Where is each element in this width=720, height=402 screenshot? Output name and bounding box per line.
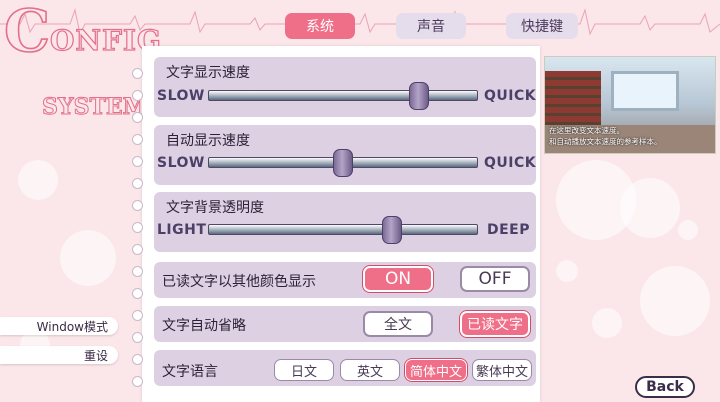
text-bg-opacity-label: 文字背景透明度 [166,200,264,216]
opacity-max-label: DEEP [487,222,531,238]
language-english-button[interactable]: 英文 [340,359,400,381]
language-simplified-chinese-button[interactable]: 简体中文 [405,359,467,381]
text-speed-label: 文字显示速度 [166,65,250,81]
preview-line-2: 和自动播放文本速度的参考样本。 [549,137,662,146]
text-speed-slider-handle[interactable] [408,82,429,110]
back-button[interactable]: Back [635,376,695,398]
language-japanese-button[interactable]: 日文 [274,359,334,381]
text-bg-opacity-slider-handle[interactable] [381,216,402,244]
text-speed-max-label: QUICK [484,88,537,104]
opacity-min-label: LIGHT [157,222,207,238]
tab-shortcut-keys[interactable]: 快捷键 [506,13,578,39]
text-speed-slider[interactable] [208,90,478,101]
auto-speed-max-label: QUICK [484,155,537,171]
skip-read-text-button[interactable]: 已读文字 [460,311,530,337]
auto-speed-slider-handle[interactable] [333,149,353,177]
auto-skip-label: 文字自动省略 [162,318,246,334]
read-color-off-button[interactable]: OFF [460,266,530,292]
auto-speed-label: 自动显示速度 [166,133,250,149]
reset-button[interactable]: 重设 [0,346,118,364]
tab-sound[interactable]: 声音 [396,13,466,39]
logo-letter-c: C [3,0,51,65]
skip-all-text-button[interactable]: 全文 [363,311,433,337]
preview-window [611,71,679,111]
preview-bookshelf [545,71,601,131]
read-text-color-label: 已读文字以其他颜色显示 [162,274,316,290]
tab-system[interactable]: 系统 [285,13,355,39]
language-traditional-chinese-button[interactable]: 繁体中文 [472,359,532,381]
preview-line-1: 在这里改变文本速度。 [549,126,624,135]
text-speed-min-label: SLOW [157,88,205,104]
config-system-logo: C ONFIG SYSTEM [3,0,161,132]
text-language-label: 文字语言 [162,364,218,380]
text-bg-opacity-slider[interactable] [208,224,478,235]
read-color-on-button[interactable]: ON [363,266,433,292]
text-speed-preview: 在这里改变文本速度。 和自动播放文本速度的参考样本。 [544,56,716,154]
preview-sample-text: 在这里改变文本速度。 和自动播放文本速度的参考样本。 [549,125,711,147]
auto-speed-min-label: SLOW [157,155,205,171]
window-mode-button[interactable]: Window模式 [0,317,118,335]
